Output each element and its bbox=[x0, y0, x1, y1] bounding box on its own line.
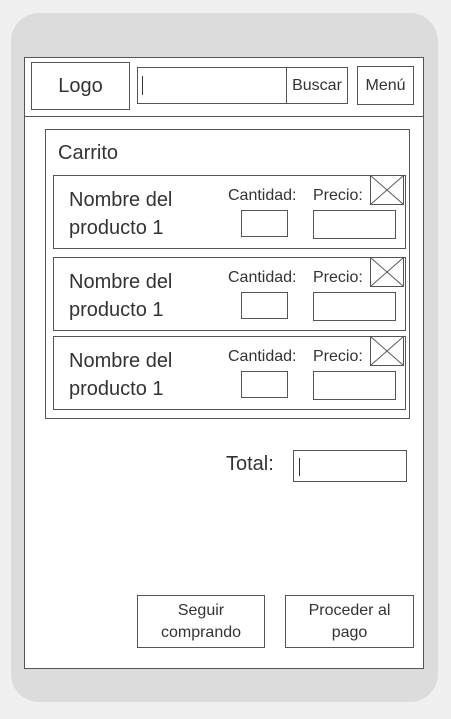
product-name-line: Nombre del bbox=[69, 189, 173, 211]
continue-shopping-label: Seguir comprando bbox=[161, 600, 241, 644]
product-name: Nombre del producto 1 bbox=[69, 268, 219, 324]
quantity-label: Cantidad: bbox=[228, 187, 297, 204]
header-divider bbox=[25, 116, 423, 117]
price-field bbox=[313, 210, 396, 239]
search-button[interactable]: Buscar bbox=[286, 67, 348, 104]
quantity-label: Cantidad: bbox=[228, 348, 297, 365]
quantity-label: Cantidad: bbox=[228, 269, 297, 286]
checkout-label: Proceder al pago bbox=[309, 600, 391, 644]
menu-button[interactable]: Menú bbox=[357, 66, 414, 105]
price-label: Precio: bbox=[313, 348, 363, 365]
product-name-line: Nombre del bbox=[69, 271, 173, 293]
checkout-button[interactable]: Proceder al pago bbox=[285, 595, 414, 648]
price-label: Precio: bbox=[313, 269, 363, 286]
product-name: Nombre del producto 1 bbox=[69, 347, 219, 403]
price-field bbox=[313, 292, 396, 321]
button-label-line: pago bbox=[331, 623, 368, 641]
menu-button-label: Menú bbox=[365, 76, 406, 94]
cart-item: Nombre del producto 1 Cantidad: Precio: bbox=[53, 336, 406, 410]
logo[interactable]: Logo bbox=[31, 62, 130, 110]
close-icon bbox=[371, 258, 403, 286]
quantity-field[interactable] bbox=[241, 371, 288, 398]
logo-text: Logo bbox=[58, 74, 103, 97]
quantity-field[interactable] bbox=[241, 292, 288, 319]
cart-title: Carrito bbox=[58, 142, 119, 164]
text-caret bbox=[299, 458, 300, 476]
cart-item: Nombre del producto 1 Cantidad: Precio: bbox=[53, 257, 406, 331]
remove-item-button[interactable] bbox=[370, 175, 404, 205]
remove-item-button[interactable] bbox=[370, 257, 404, 287]
quantity-field[interactable] bbox=[241, 210, 288, 237]
price-field bbox=[313, 371, 396, 400]
price-label: Precio: bbox=[313, 187, 363, 204]
remove-item-button[interactable] bbox=[370, 336, 404, 366]
product-name-line: producto 1 bbox=[69, 299, 164, 321]
button-label-line: Seguir bbox=[177, 601, 225, 619]
product-name-line: producto 1 bbox=[69, 378, 164, 400]
total-label: Total: bbox=[226, 453, 274, 475]
app-screen: Logo Buscar Menú Carrito Nombre del prod… bbox=[24, 57, 424, 669]
close-icon bbox=[371, 176, 403, 204]
continue-shopping-button[interactable]: Seguir comprando bbox=[137, 595, 265, 648]
close-icon bbox=[371, 337, 403, 365]
product-name-line: producto 1 bbox=[69, 217, 164, 239]
cart-panel: Carrito Nombre del producto 1 Cantidad: … bbox=[45, 129, 410, 419]
total-field bbox=[293, 450, 407, 482]
text-caret bbox=[142, 76, 143, 95]
button-label-line: comprando bbox=[160, 623, 242, 641]
product-name-line: Nombre del bbox=[69, 350, 173, 372]
search-button-label: Buscar bbox=[292, 76, 342, 94]
product-name: Nombre del producto 1 bbox=[69, 186, 219, 242]
search-input[interactable] bbox=[137, 67, 286, 104]
button-label-line: Proceder al bbox=[308, 601, 391, 619]
cart-item: Nombre del producto 1 Cantidad: Precio: bbox=[53, 175, 406, 249]
